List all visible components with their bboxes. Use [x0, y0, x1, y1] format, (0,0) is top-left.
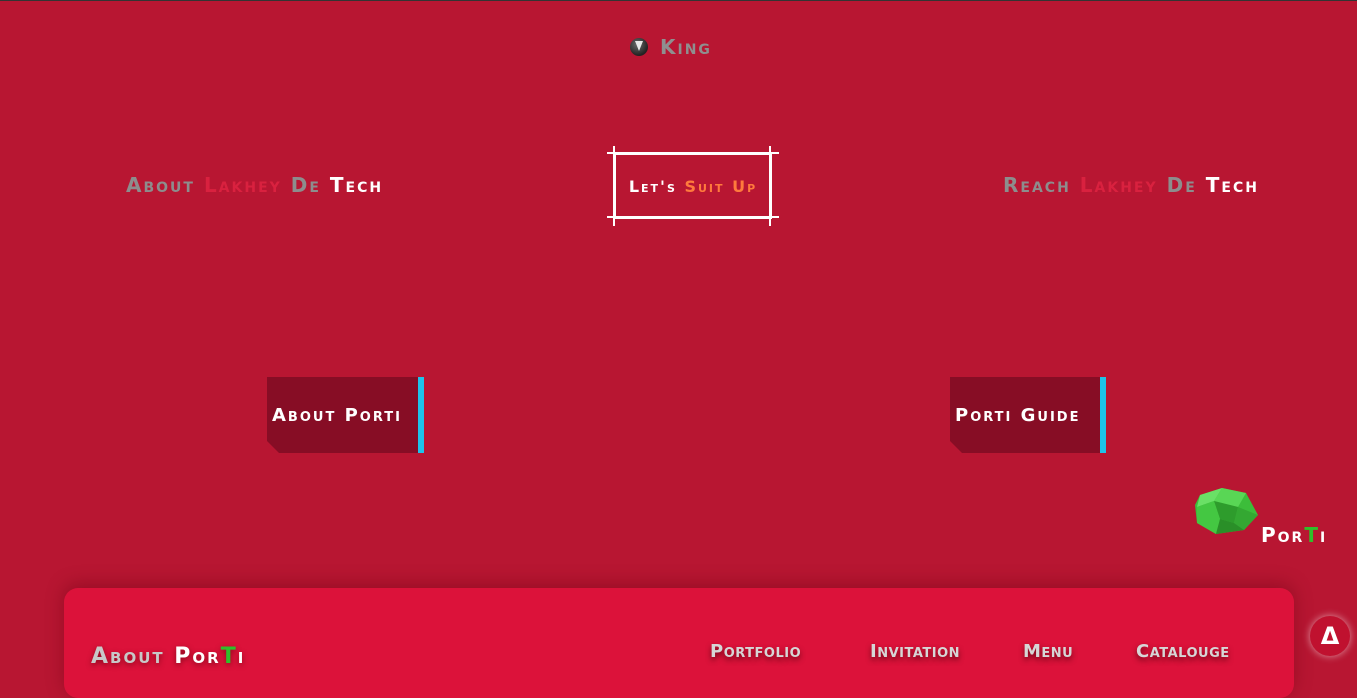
suit-up-button[interactable]: Let's Suit Up	[607, 146, 779, 226]
suit-word-2: Suit Up	[684, 176, 758, 196]
shield-v-icon	[630, 38, 648, 56]
footer-title: About PorTi	[91, 644, 245, 669]
logo-part-2: T	[1304, 523, 1320, 547]
nav-about-word-1: About	[126, 173, 195, 197]
nav-reach-word-4: Tech	[1205, 173, 1259, 197]
nav-about-word-3: De	[290, 173, 321, 197]
nav-reach-word-1: Reach	[1003, 173, 1071, 197]
logo-part-3: i	[1320, 523, 1328, 547]
accent-bar	[1100, 377, 1106, 453]
footer-title-word-1: About	[91, 644, 165, 669]
about-porti-label: About Porti	[272, 404, 402, 426]
scroll-up-button[interactable]: Δ	[1310, 616, 1350, 656]
nav-reach-word-3: De	[1166, 173, 1197, 197]
brand[interactable]: King	[630, 35, 712, 59]
porti-guide-button[interactable]: Porti Guide	[950, 377, 1106, 453]
nav-about-link[interactable]: About Lakhey De Tech	[126, 173, 383, 197]
footer-title-word-4: i	[237, 644, 246, 669]
nav-about-word-2: Lakhey	[203, 173, 282, 197]
footer-title-word-3: T	[220, 644, 238, 669]
footer-nav-invitation[interactable]: Invitation	[870, 641, 960, 662]
nav-about-word-4: Tech	[329, 173, 384, 197]
porti-logo[interactable]: PorTi	[1194, 487, 1334, 549]
about-porti-button[interactable]: About Porti	[267, 377, 424, 453]
logo-part-1: Por	[1261, 523, 1305, 547]
porti-logo-text: PorTi	[1261, 523, 1327, 547]
suit-up-label: Let's Suit Up	[614, 153, 772, 219]
footer-nav-portfolio[interactable]: Portfolio	[710, 641, 801, 662]
up-arrow-icon: Δ	[1320, 622, 1340, 650]
suit-word-1: Let's	[628, 176, 677, 196]
footer-nav-catalouge[interactable]: Catalouge	[1136, 641, 1230, 662]
footer-title-word-2: Por	[174, 644, 221, 669]
accent-bar	[418, 377, 424, 453]
green-gem-icon	[1195, 488, 1258, 534]
footer-nav-menu[interactable]: Menu	[1023, 641, 1073, 662]
brand-name: King	[660, 35, 712, 59]
footer-panel: About PorTi Portfolio Invitation Menu Ca…	[64, 588, 1294, 698]
nav-reach-word-2: Lakhey	[1079, 173, 1158, 197]
nav-reach-link[interactable]: Reach Lakhey De Tech	[1003, 173, 1259, 197]
porti-guide-label: Porti Guide	[955, 404, 1081, 426]
